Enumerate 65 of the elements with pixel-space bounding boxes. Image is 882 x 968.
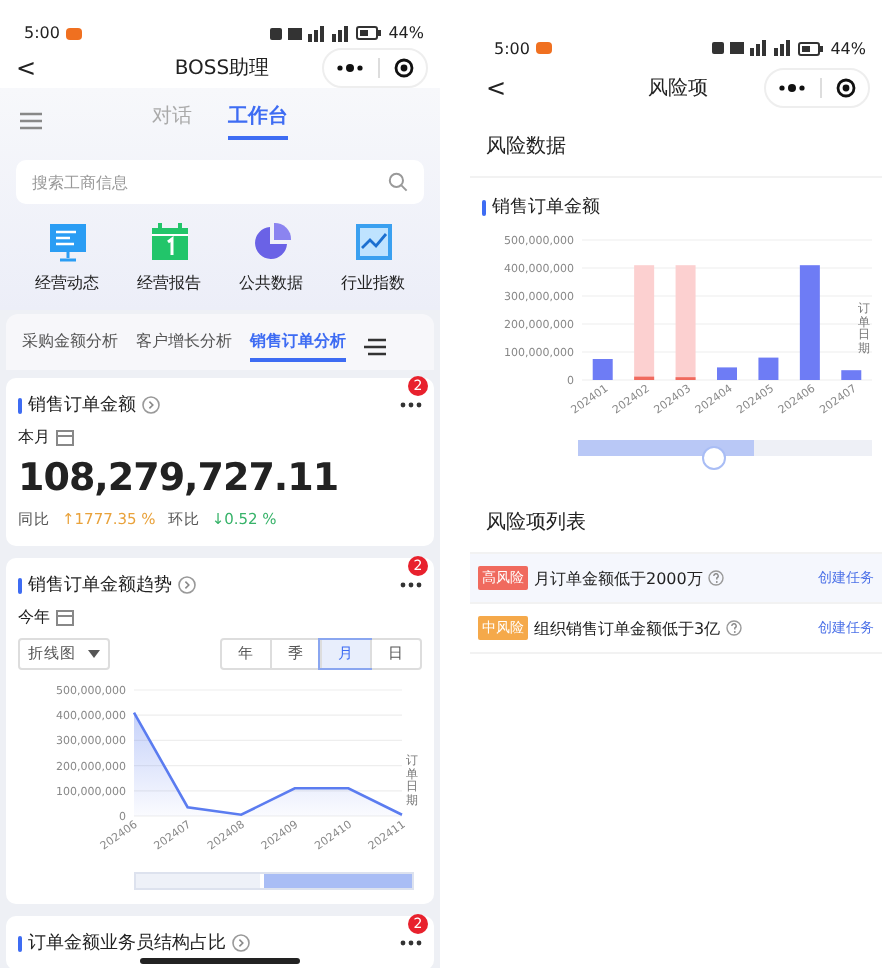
target-icon[interactable] (394, 58, 414, 78)
battery-level: 44% (388, 24, 424, 42)
card-title: 销售订单金额趋势 (28, 573, 172, 598)
signal-icon (270, 25, 351, 41)
mini-program-capsule[interactable] (322, 48, 428, 88)
chart-title: 销售订单金额 (492, 195, 600, 220)
battery-icon (798, 41, 825, 55)
period-label: 本月 (18, 426, 50, 448)
back-button[interactable]: < (16, 54, 37, 82)
section-title: 风险数据 (470, 112, 882, 178)
shortcut-label[interactable]: 经营报告 (137, 272, 201, 294)
accent-bar (18, 577, 22, 593)
pie-chart-icon[interactable] (251, 222, 291, 262)
analysis-tab[interactable]: 采购金额分析 (22, 330, 118, 362)
amount-value: 108,279,727.11 (18, 456, 341, 500)
more-icon[interactable] (400, 402, 422, 408)
shortcut-label[interactable]: 经营动态 (35, 272, 99, 294)
line-chart-icon[interactable] (353, 222, 393, 262)
back-button[interactable]: < (486, 74, 507, 102)
help-icon[interactable] (726, 620, 743, 636)
chevron-right-icon[interactable] (178, 576, 196, 594)
page-title: BOSS助理 (174, 55, 270, 82)
target-icon[interactable] (836, 78, 856, 98)
risk-description: 月订单金额低于2000万 (534, 567, 703, 589)
bar (799, 265, 820, 380)
more-icon[interactable] (400, 582, 422, 588)
analysis-tab[interactable]: 销售订单分析 (250, 330, 346, 362)
list-icon[interactable] (364, 337, 386, 355)
calendar-icon[interactable] (56, 609, 74, 625)
more-icon[interactable] (400, 940, 422, 946)
period-label: 今年 (18, 606, 50, 628)
card-title: 订单金额业务员结构占比 (28, 931, 226, 956)
battery-level: 44% (830, 39, 866, 57)
calendar-icon[interactable] (149, 222, 189, 262)
search-icon (388, 172, 408, 192)
bar (717, 367, 737, 380)
more-icon[interactable] (778, 84, 806, 92)
card-title: 销售订单金额 (28, 393, 136, 418)
analysis-tab[interactable]: 客户增长分析 (136, 330, 232, 362)
chevron-right-icon[interactable] (142, 396, 160, 414)
calendar-icon[interactable] (56, 429, 74, 445)
menu-icon[interactable] (20, 111, 42, 129)
status-time: 5:00 (494, 39, 530, 57)
help-icon[interactable] (708, 570, 725, 586)
accent-bar (18, 935, 22, 951)
monitor-icon[interactable] (47, 222, 87, 262)
bar (592, 359, 613, 380)
zoom-slider[interactable] (578, 436, 872, 472)
signal-icon (712, 40, 793, 56)
mini-program-capsule[interactable] (764, 68, 870, 108)
more-icon[interactable] (336, 64, 364, 72)
risk-description: 组织销售订单金额低于3亿 (534, 617, 721, 639)
page-title: 风险项 (648, 76, 708, 102)
zoom-slider[interactable] (134, 872, 414, 890)
status-time: 5:00 (24, 24, 60, 42)
battery-icon (356, 26, 383, 40)
shortcut-label[interactable]: 行业指数 (341, 272, 405, 294)
shortcut-label[interactable]: 公共数据 (239, 272, 303, 294)
caret-icon[interactable] (88, 650, 100, 658)
bar (758, 357, 779, 380)
tab[interactable]: 工作台 (228, 101, 288, 139)
chevron-right-icon[interactable] (232, 934, 250, 952)
accent-bar (482, 199, 486, 215)
accent-bar (18, 397, 22, 413)
bar (841, 370, 862, 380)
